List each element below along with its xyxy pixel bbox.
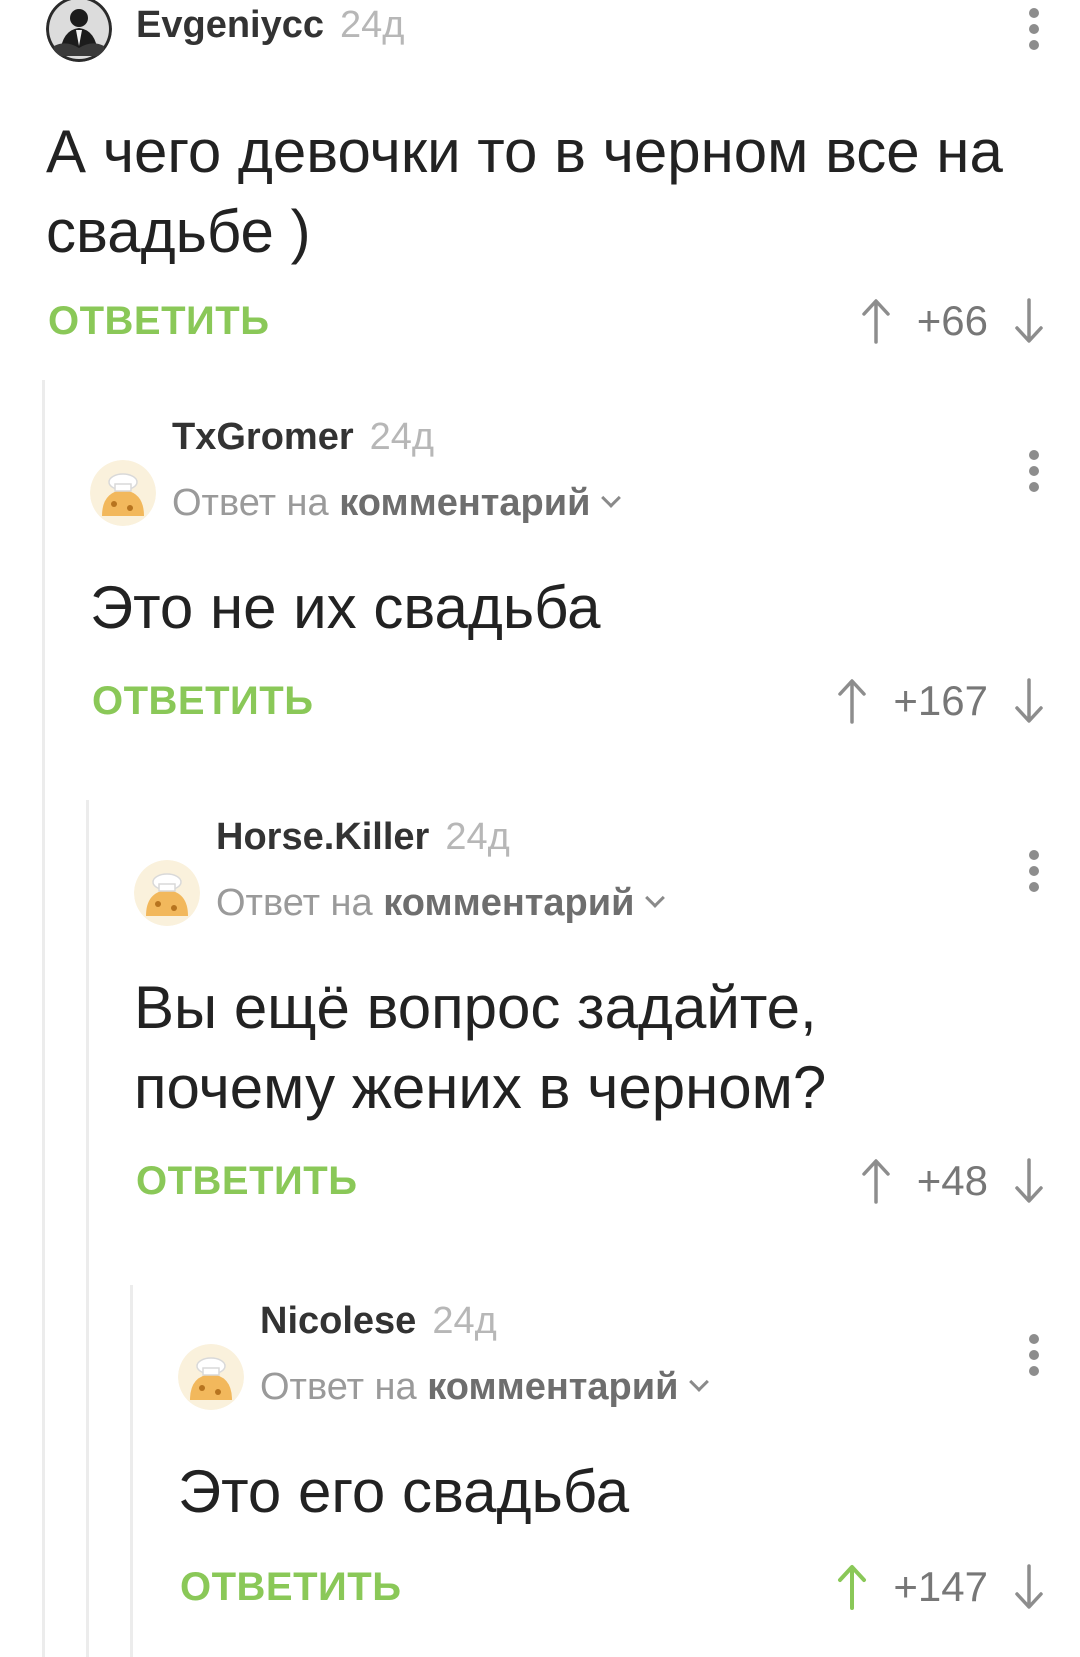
vote-controls: +167	[837, 676, 1044, 726]
more-vertical-icon[interactable]	[1024, 1334, 1044, 1376]
vote-controls: +48	[861, 1156, 1044, 1206]
reply-to-prefix: Ответ на	[172, 482, 329, 524]
comment-text-line: почему жених в черном?	[134, 1054, 827, 1121]
comment-text: Это его свадьба	[178, 1452, 1040, 1532]
rating-value: +48	[916, 1157, 988, 1204]
more-vertical-icon[interactable]	[1024, 450, 1044, 492]
arrow-down-icon[interactable]	[1014, 678, 1044, 724]
chef-cookie-avatar-icon[interactable]	[134, 860, 200, 926]
username-text[interactable]: Nicolese	[260, 1300, 416, 1342]
comment: Horse.Killer 24д Ответ на комментарий Вы …	[134, 816, 1080, 1238]
arrow-up-icon[interactable]	[837, 1564, 867, 1610]
comment: Nicolese 24д Ответ на комментарий Это его…	[178, 1300, 1080, 1652]
more-vertical-icon[interactable]	[1024, 8, 1044, 50]
reply-to-link[interactable]: комментарий	[339, 482, 590, 524]
thread-line-level-3	[130, 1285, 133, 1657]
username-text[interactable]: Horse.Killer	[216, 816, 429, 858]
comment-text-line: Это его свадьба	[178, 1458, 630, 1525]
username[interactable]: Nicolese 24д	[260, 1300, 497, 1343]
reply-to-line[interactable]: Ответ на комментарий	[216, 882, 666, 925]
comment-text: Вы ещё вопрос задайте, почему жених в че…	[134, 968, 1040, 1128]
vote-controls: +66	[861, 296, 1044, 346]
reply-to-line[interactable]: Ответ на комментарий	[172, 482, 622, 525]
comment-time: 24д	[369, 416, 435, 458]
reply-to-link[interactable]: комментарий	[383, 882, 634, 924]
arrow-down-icon[interactable]	[1014, 1158, 1044, 1204]
rating-value: +167	[893, 677, 988, 724]
chef-cookie-avatar-icon[interactable]	[178, 1344, 244, 1410]
rating-value: +66	[916, 297, 988, 344]
reply-button[interactable]: ОТВЕТИТЬ	[136, 1156, 357, 1206]
arrow-up-icon[interactable]	[861, 298, 891, 344]
reply-to-line[interactable]: Ответ на комментарий	[260, 1366, 710, 1409]
comment-text-line: свадьбе )	[46, 198, 311, 265]
arrow-down-icon[interactable]	[1014, 1564, 1044, 1610]
comment-time: 24д	[340, 4, 405, 46]
comment-text-line: Это не их свадьба	[90, 574, 601, 641]
thread-line-level-2	[86, 800, 89, 1657]
comment-text-line: А чего девочки то в черном все на	[46, 118, 1003, 185]
reply-button[interactable]: ОТВЕТИТЬ	[48, 296, 269, 346]
rating-value: +147	[893, 1563, 988, 1610]
comment-footer: ОТВЕТИТЬ +167	[90, 676, 1080, 726]
comment-footer: ОТВЕТИТЬ +66	[46, 296, 1080, 346]
reply-to-link[interactable]: комментарий	[427, 1366, 678, 1408]
vote-controls: +147	[837, 1562, 1044, 1612]
chef-cookie-avatar-icon[interactable]	[90, 460, 156, 526]
username[interactable]: Evgeniycc 24д	[136, 4, 404, 47]
comment-time: 24д	[432, 1300, 497, 1342]
user-photo-avatar-icon[interactable]	[46, 0, 112, 62]
reply-button[interactable]: ОТВЕТИТЬ	[180, 1562, 401, 1612]
username[interactable]: Horse.Killer 24д	[216, 816, 510, 859]
reply-button[interactable]: ОТВЕТИТЬ	[92, 676, 313, 726]
chevron-down-icon[interactable]	[601, 488, 622, 508]
comment-text-line: Вы ещё вопрос задайте,	[134, 974, 817, 1041]
comment: Evgeniycc 24д А чего девочки то в черном …	[46, 0, 1080, 360]
comment-time: 24д	[445, 816, 510, 858]
arrow-up-icon[interactable]	[837, 678, 867, 724]
arrow-down-icon[interactable]	[1014, 298, 1044, 344]
username-text[interactable]: TxGromer	[172, 416, 354, 458]
reply-to-prefix: Ответ на	[216, 882, 373, 924]
comment-text: Это не их свадьба	[90, 568, 1040, 648]
username[interactable]: TxGromer 24д	[172, 416, 434, 459]
comment-footer: ОТВЕТИТЬ +48	[134, 1156, 1080, 1206]
username-text[interactable]: Evgeniycc	[136, 4, 324, 46]
comment-footer: ОТВЕТИТЬ +147	[178, 1562, 1080, 1612]
chevron-down-icon[interactable]	[689, 1372, 710, 1392]
comment-text: А чего девочки то в черном все на свадьб…	[46, 112, 1040, 272]
more-vertical-icon[interactable]	[1024, 850, 1044, 892]
chevron-down-icon[interactable]	[645, 888, 666, 908]
reply-to-prefix: Ответ на	[260, 1366, 417, 1408]
arrow-up-icon[interactable]	[861, 1158, 891, 1204]
thread-line-level-1	[42, 380, 45, 1657]
comment: TxGromer 24д Ответ на комментарий Это не …	[90, 416, 1080, 758]
